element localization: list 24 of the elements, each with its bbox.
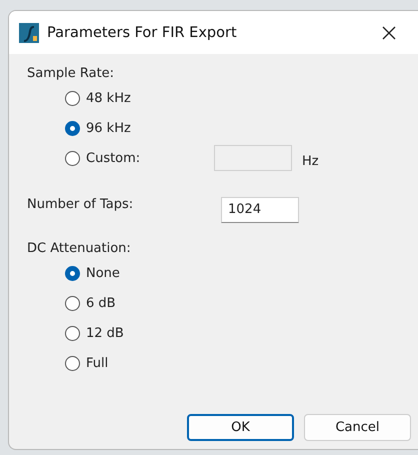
option-label[interactable]: Full [86,356,216,370]
radio-button[interactable] [65,90,80,106]
option-label[interactable]: None [86,266,216,280]
close-icon[interactable] [381,24,397,40]
section-label: DC Attenuation: [27,241,131,256]
option-label[interactable]: 48 kHz [86,90,216,106]
radio-button[interactable] [65,356,80,370]
radio-button[interactable] [65,120,80,136]
app-icon [19,22,39,42]
window-title: Parameters For FIR Export [47,24,238,40]
field-label: Number of Taps: [27,197,134,212]
ok-button[interactable]: OK [187,414,294,441]
radio-button[interactable] [65,296,80,310]
option-label[interactable]: 12 dB [86,326,216,340]
input-field[interactable]: 1024 [221,197,299,223]
radio-button[interactable] [65,266,80,280]
option-label[interactable]: Custom: [86,150,216,166]
cancel-button[interactable]: Cancel [304,414,411,441]
unit-label: Hz [302,154,319,168]
option-label[interactable]: 96 kHz [86,120,216,136]
section-label: Sample Rate: [27,66,114,81]
option-label[interactable]: 6 dB [86,296,216,310]
radio-button[interactable] [65,326,80,340]
radio-button[interactable] [65,150,80,166]
